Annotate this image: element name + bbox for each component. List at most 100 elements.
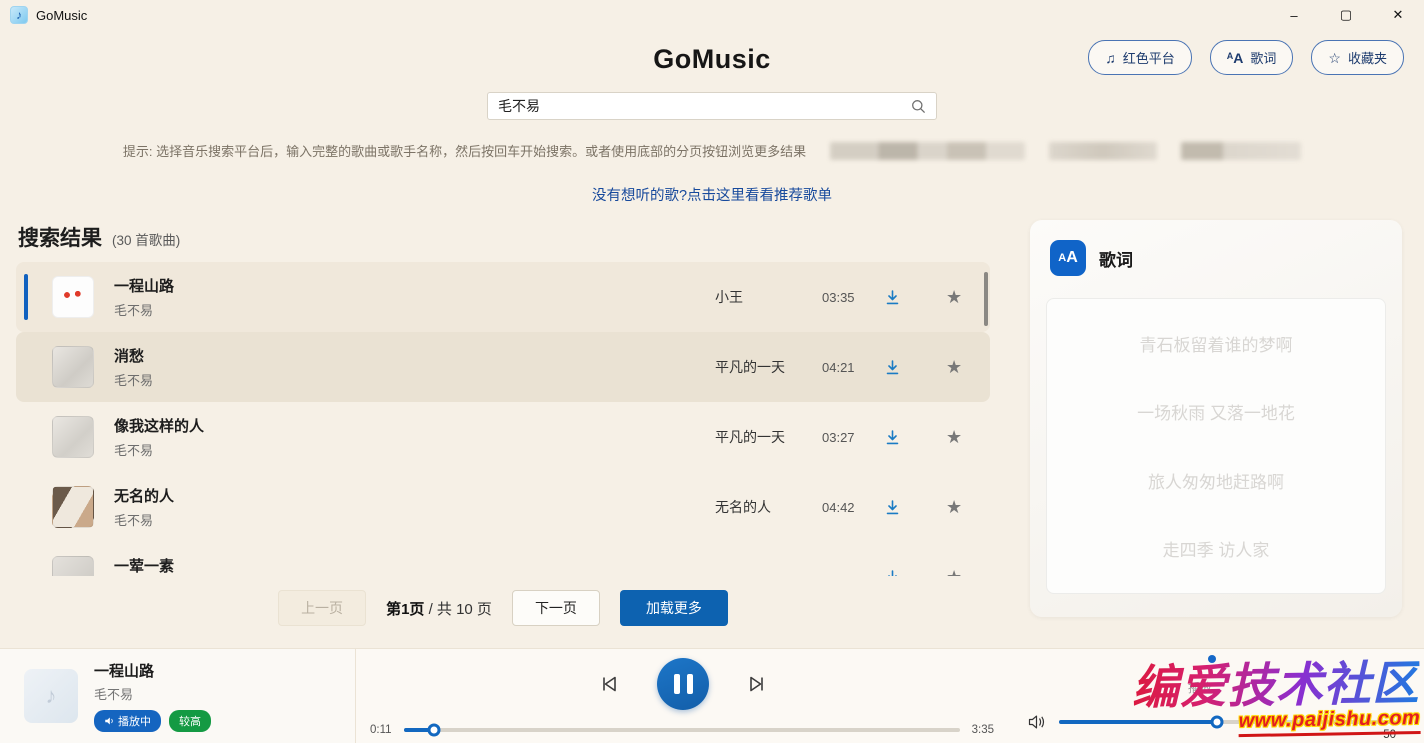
- now-playing-indicator: [24, 274, 28, 320]
- red-platform-button[interactable]: ♫ 红色平台: [1088, 40, 1192, 75]
- minimize-button[interactable]: –: [1268, 0, 1320, 30]
- current-page: 第1页: [386, 601, 424, 618]
- now-playing-album-art: ♪: [24, 669, 78, 723]
- redacted-platform-selector-2[interactable]: [1049, 142, 1157, 160]
- results-title: 搜索结果: [18, 222, 102, 252]
- favorite-star-icon[interactable]: ★: [946, 287, 962, 308]
- list-scrollbar[interactable]: [984, 272, 988, 326]
- album-art: [52, 556, 94, 576]
- red-platform-label: 红色平台: [1123, 48, 1175, 67]
- volume-thumb[interactable]: [1211, 716, 1224, 729]
- lyric-line: 一场秋雨 又落一地花: [1047, 399, 1385, 424]
- page-info: 第1页 / 共 10 页: [386, 598, 492, 619]
- lyrics-panel-title: 歌词: [1099, 246, 1133, 271]
- favorite-star-icon[interactable]: ★: [946, 427, 962, 448]
- lyrics-button-label: 歌词: [1250, 48, 1276, 67]
- song-title: 无名的人: [114, 485, 174, 506]
- download-icon[interactable]: [884, 359, 901, 376]
- song-duration: 04:42: [822, 500, 855, 515]
- search-box: [487, 92, 937, 120]
- main-content: 搜索结果 (30 首歌曲) 一程山路 毛不易 小王 03:35 ★ 消愁: [0, 220, 1424, 626]
- obscured-text: 播放: [1188, 679, 1212, 696]
- song-title: 一程山路: [114, 275, 174, 296]
- search-row: [0, 92, 1424, 120]
- next-track-icon[interactable]: [745, 672, 769, 696]
- download-icon[interactable]: [884, 429, 901, 446]
- song-row-5[interactable]: 一荤一素 毛不易 ★: [16, 542, 990, 576]
- redacted-platform-selector-3[interactable]: [1181, 142, 1301, 160]
- favorites-button[interactable]: ☆ 收藏夹: [1311, 40, 1404, 75]
- now-playing-badges: 播放中 较高: [94, 710, 211, 732]
- song-row-4[interactable]: 无名的人 毛不易 无名的人 04:42 ★: [16, 472, 990, 542]
- now-playing-artist: 毛不易: [94, 684, 211, 703]
- search-icon[interactable]: [911, 99, 926, 114]
- song-album: 平凡的一天: [715, 427, 785, 447]
- header: GoMusic ♫ 红色平台 AA 歌词 ☆ 收藏夹: [0, 44, 1424, 75]
- download-icon[interactable]: [884, 289, 901, 306]
- results-count: (30 首歌曲): [112, 229, 180, 249]
- redacted-platform-selector-1[interactable]: [830, 142, 1025, 160]
- star-outline-icon: ☆: [1328, 51, 1341, 65]
- playing-status-badge: 播放中: [94, 710, 161, 732]
- load-more-button[interactable]: 加载更多: [620, 590, 728, 626]
- hint-row: 提示: 选择音乐搜索平台后，输入完整的歌曲或歌手名称，然后按回车开始搜索。或者使…: [0, 141, 1424, 160]
- album-art: [52, 486, 94, 528]
- lyrics-button[interactable]: AA 歌词: [1210, 40, 1294, 75]
- seek-thumb[interactable]: [428, 724, 441, 737]
- volume-row: [1028, 714, 1396, 730]
- favorite-star-icon[interactable]: ★: [946, 357, 962, 378]
- volume-fill: [1059, 720, 1217, 724]
- download-icon[interactable]: [884, 499, 901, 516]
- song-artist: 毛不易: [114, 370, 153, 389]
- favorite-star-icon[interactable]: ★: [946, 497, 962, 518]
- now-playing-section: ♪ 一程山路 毛不易 播放中 较高: [0, 649, 356, 743]
- pause-icon: [674, 674, 680, 694]
- recommend-playlist-link[interactable]: 没有想听的歌?点击这里看看推荐歌单: [592, 188, 832, 204]
- seek-slider[interactable]: [404, 728, 960, 732]
- song-row-3[interactable]: 像我这样的人 毛不易 平凡的一天 03:27 ★: [16, 402, 990, 472]
- font-aa-icon: AA: [1050, 240, 1086, 276]
- volume-slider[interactable]: [1059, 720, 1396, 724]
- recommend-row: 没有想听的歌?点击这里看看推荐歌单: [0, 184, 1424, 205]
- prev-page-button[interactable]: 上一页: [278, 590, 366, 626]
- close-button[interactable]: ✕: [1372, 0, 1424, 30]
- album-art: [52, 346, 94, 388]
- favorites-button-label: 收藏夹: [1348, 48, 1387, 67]
- maximize-button[interactable]: ▢: [1320, 0, 1372, 30]
- song-title: 像我这样的人: [114, 415, 204, 436]
- header-buttons: ♫ 红色平台 AA 歌词 ☆ 收藏夹: [1088, 40, 1404, 75]
- volume-icon[interactable]: [1028, 714, 1047, 730]
- player-center: 0:11 3:35: [356, 649, 1010, 743]
- song-row-1[interactable]: 一程山路 毛不易 小王 03:35 ★: [16, 262, 990, 332]
- results-column: 搜索结果 (30 首歌曲) 一程山路 毛不易 小王 03:35 ★ 消愁: [16, 220, 990, 626]
- now-playing-title: 一程山路: [94, 660, 211, 681]
- volume-value: 50: [1383, 729, 1396, 741]
- song-title: 消愁: [114, 345, 153, 366]
- lyrics-card: 青石板留着谁的梦啊 一场秋雨 又落一地花 旅人匆匆地赶路啊 走四季 访人家: [1046, 298, 1386, 594]
- lyric-line: 旅人匆匆地赶路啊: [1047, 468, 1385, 493]
- favorite-star-icon[interactable]: ★: [946, 567, 962, 577]
- song-duration: 03:27: [822, 430, 855, 445]
- song-duration: 04:21: [822, 360, 855, 375]
- quality-badge: 较高: [169, 710, 211, 732]
- song-duration: 03:35: [822, 290, 855, 305]
- download-icon[interactable]: [884, 569, 901, 577]
- pagination: 上一页 第1页 / 共 10 页 下一页 加载更多: [16, 590, 990, 626]
- song-album: 无名的人: [715, 497, 771, 517]
- total-time: 3:35: [972, 724, 994, 736]
- pause-button[interactable]: [657, 658, 709, 710]
- total-pages: / 共 10 页: [424, 601, 492, 618]
- status-dot: [1208, 655, 1216, 663]
- search-input[interactable]: [488, 98, 911, 114]
- song-row-2[interactable]: 消愁 毛不易 平凡的一天 04:21 ★: [16, 332, 990, 402]
- song-list: 一程山路 毛不易 小王 03:35 ★ 消愁 毛不易 平凡的一天 04:21 ★: [16, 262, 990, 576]
- results-header: 搜索结果 (30 首歌曲): [18, 222, 990, 252]
- progress-row: 0:11 3:35: [370, 724, 994, 736]
- next-page-button[interactable]: 下一页: [512, 590, 600, 626]
- lyrics-panel: AA 歌词 青石板留着谁的梦啊 一场秋雨 又落一地花 旅人匆匆地赶路啊 走四季 …: [1030, 220, 1402, 617]
- player-right: 播放 50: [1010, 649, 1424, 743]
- window-title: GoMusic: [36, 8, 87, 23]
- song-album: 小王: [715, 287, 743, 307]
- window-controls: – ▢ ✕: [1268, 0, 1424, 30]
- previous-track-icon[interactable]: [597, 672, 621, 696]
